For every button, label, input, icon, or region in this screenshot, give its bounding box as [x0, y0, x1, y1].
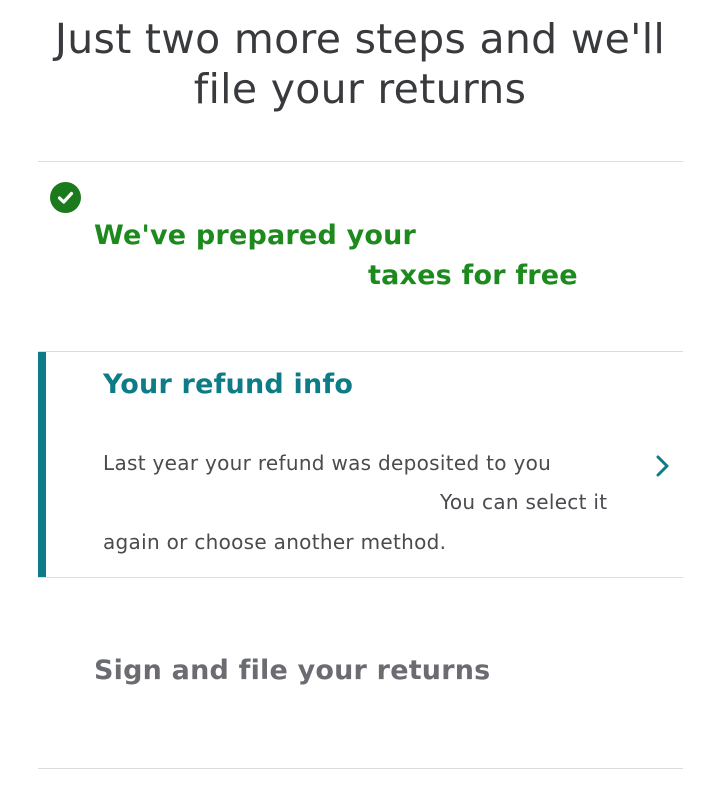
refund-info-description-line-2: You can select it — [440, 490, 608, 514]
divider-top — [38, 161, 683, 162]
divider-2 — [38, 577, 683, 578]
refund-info-description-line-3: again or choose another method. — [103, 530, 447, 554]
refund-info-description-line-1: Last year your refund was deposited to y… — [103, 451, 552, 475]
page-title-line-2: file your returns — [193, 65, 527, 113]
checkmark-circle-icon — [50, 182, 81, 213]
step-prepared-label-line-1: We've prepared your — [94, 220, 417, 251]
divider-bottom — [38, 768, 683, 769]
sign-and-file-label: Sign and file your returns — [94, 655, 491, 686]
refund-info-title: Your refund info — [103, 369, 354, 400]
chevron-right-icon[interactable] — [652, 452, 674, 480]
divider-1 — [38, 351, 683, 352]
page-heading: Just two more steps and we'll file your … — [0, 14, 720, 114]
step-prepared-label-line-2: taxes for free — [368, 260, 578, 291]
page-title-line-1: Just two more steps and we'll — [54, 15, 666, 63]
active-step-indicator — [38, 352, 46, 578]
